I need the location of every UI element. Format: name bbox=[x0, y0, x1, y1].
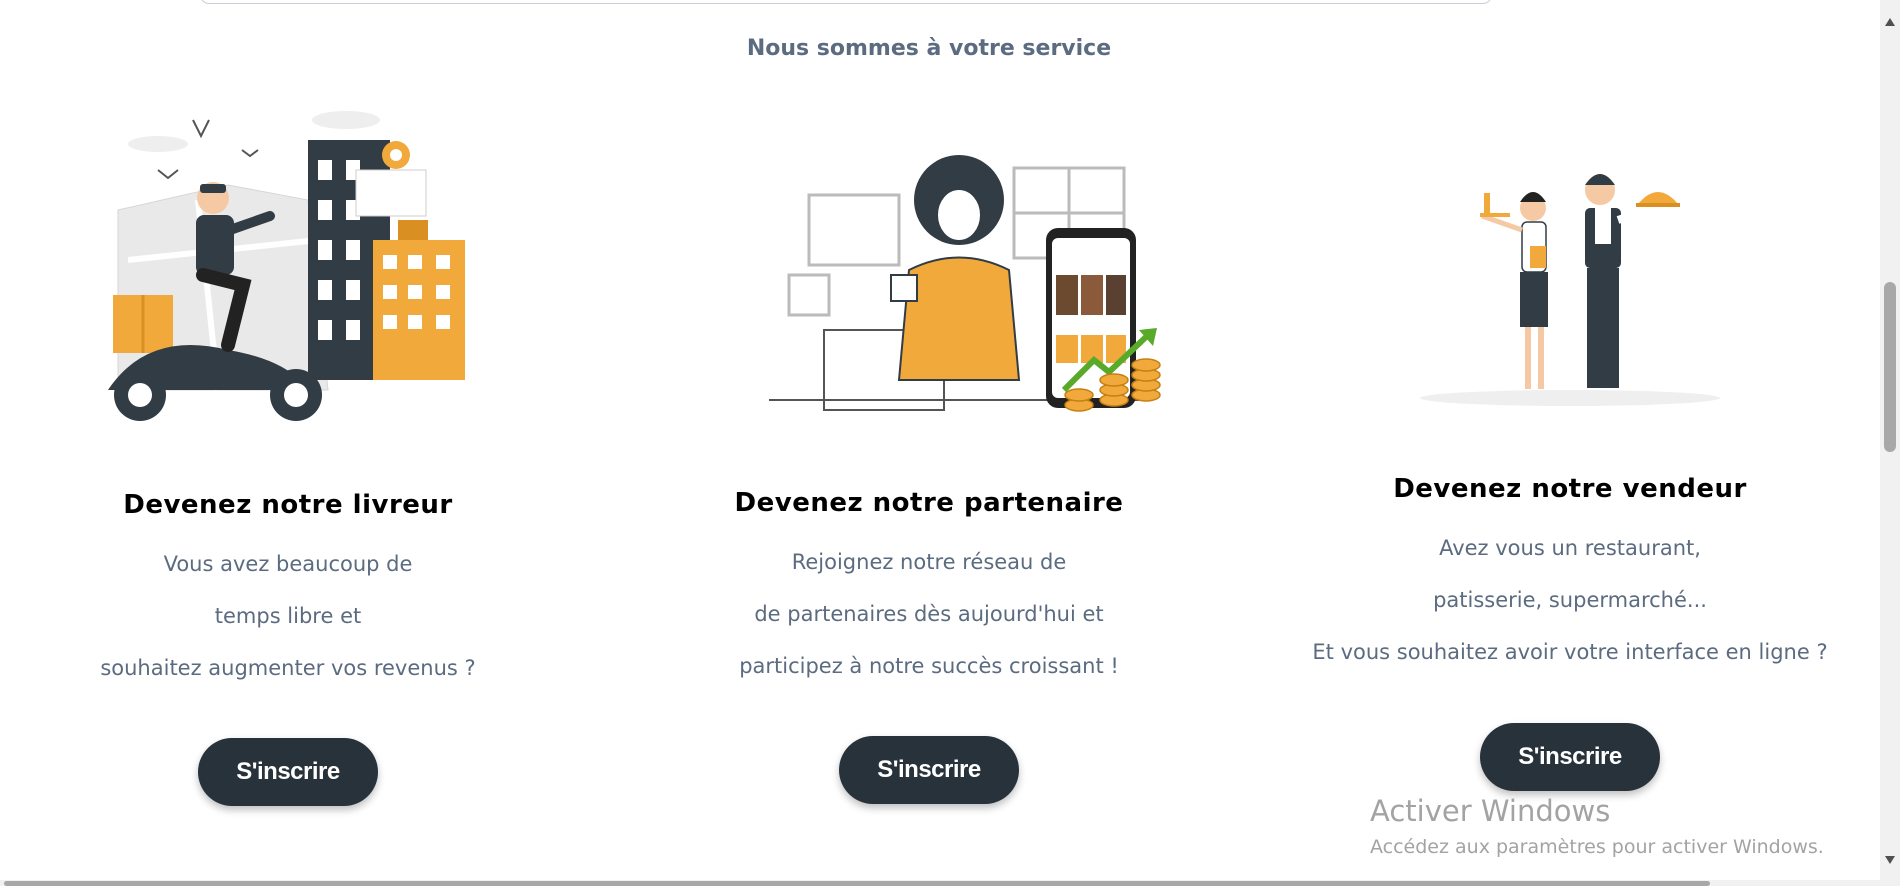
description-line: Avez vous un restaurant, bbox=[1439, 536, 1701, 560]
signup-button-partenaire[interactable]: S'inscrire bbox=[839, 736, 1019, 804]
card-title: Devenez notre vendeur bbox=[1393, 474, 1747, 504]
description-line: participez à notre succès croissant ! bbox=[739, 654, 1119, 678]
signup-button-livreur[interactable]: S'inscrire bbox=[198, 738, 378, 806]
description-line: Et vous souhaitez avoir votre interface … bbox=[1312, 640, 1828, 664]
search-bar-edge[interactable] bbox=[200, 0, 1492, 4]
vertical-scrollbar[interactable] bbox=[1880, 0, 1900, 886]
signup-button-vendeur[interactable]: S'inscrire bbox=[1480, 723, 1660, 791]
description-line: Rejoignez notre réseau de bbox=[791, 550, 1067, 574]
card-description: Avez vous un restaurant, patisserie, sup… bbox=[1260, 522, 1880, 678]
partner-phone-illustration bbox=[769, 155, 1161, 412]
card-description: Rejoignez notre réseau de de partenaires… bbox=[619, 536, 1239, 692]
description-line: patisserie, supermarché... bbox=[1433, 588, 1707, 612]
card-title: Devenez notre partenaire bbox=[734, 488, 1124, 518]
description-line: Vous avez beaucoup de bbox=[163, 552, 413, 576]
description-line: de partenaires dès aujourd'hui et bbox=[754, 602, 1104, 626]
description-line: souhaitez augmenter vos revenus ? bbox=[100, 656, 476, 680]
delivery-scooter-illustration bbox=[108, 111, 465, 421]
watermark-title: Activer Windows bbox=[1370, 794, 1611, 828]
scrollbar-thumb[interactable] bbox=[1884, 282, 1896, 452]
scroll-up-icon[interactable] bbox=[1885, 18, 1895, 26]
scrollbar-thumb[interactable] bbox=[4, 881, 1710, 886]
scroll-down-icon[interactable] bbox=[1885, 856, 1895, 864]
watermark-subtitle: Accédez aux paramètres pour activer Wind… bbox=[1370, 836, 1824, 858]
horizontal-scrollbar[interactable] bbox=[0, 880, 1880, 886]
card-description: Vous avez beaucoup de temps libre et sou… bbox=[0, 538, 598, 694]
card-title: Devenez notre livreur bbox=[123, 490, 453, 520]
windows-activation-watermark: Activer Windows Accédez aux paramètres p… bbox=[1370, 794, 1824, 858]
section-title: Nous sommes à votre service bbox=[746, 36, 1112, 61]
description-line: temps libre et bbox=[214, 604, 362, 628]
waiters-illustration bbox=[1420, 174, 1720, 406]
